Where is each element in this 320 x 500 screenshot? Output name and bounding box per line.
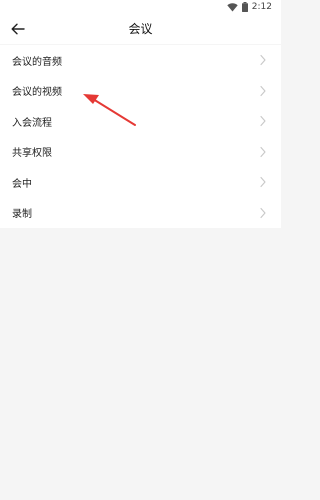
menu-item-meeting-audio[interactable]: 会议的音频 [0, 45, 281, 76]
chevron-right-icon [260, 146, 266, 157]
settings-menu: 会议的音频 会议的视频 入会流程 共享权限 会中 录制 [0, 45, 281, 228]
chevron-right-icon [260, 177, 266, 188]
battery-icon [241, 2, 248, 12]
chevron-right-icon [260, 207, 266, 218]
menu-item-meeting-video[interactable]: 会议的视频 [0, 76, 281, 107]
chevron-right-icon [260, 85, 266, 96]
menu-item-in-meeting[interactable]: 会中 [0, 167, 281, 198]
arrow-left-icon [11, 20, 25, 39]
app-bar: 会议 [0, 14, 281, 44]
menu-item-label: 共享权限 [12, 148, 52, 160]
menu-item-label: 入会流程 [12, 117, 52, 129]
status-time: 2:12 [251, 2, 272, 12]
menu-item-recording[interactable]: 录制 [0, 198, 281, 229]
menu-item-join-flow[interactable]: 入会流程 [0, 106, 281, 137]
chevron-right-icon [260, 116, 266, 127]
menu-item-label: 会中 [12, 178, 32, 190]
menu-item-label: 会议的音频 [12, 56, 62, 68]
status-bar: 2:12 [0, 0, 281, 14]
menu-item-label: 会议的视频 [12, 87, 62, 99]
chevron-right-icon [260, 55, 266, 66]
page-title: 会议 [128, 22, 153, 36]
wifi-icon [227, 2, 238, 12]
menu-item-sharing-permissions[interactable]: 共享权限 [0, 137, 281, 168]
menu-item-label: 录制 [12, 209, 32, 221]
back-button[interactable] [8, 19, 28, 39]
status-indicators: 2:12 [227, 1, 272, 13]
